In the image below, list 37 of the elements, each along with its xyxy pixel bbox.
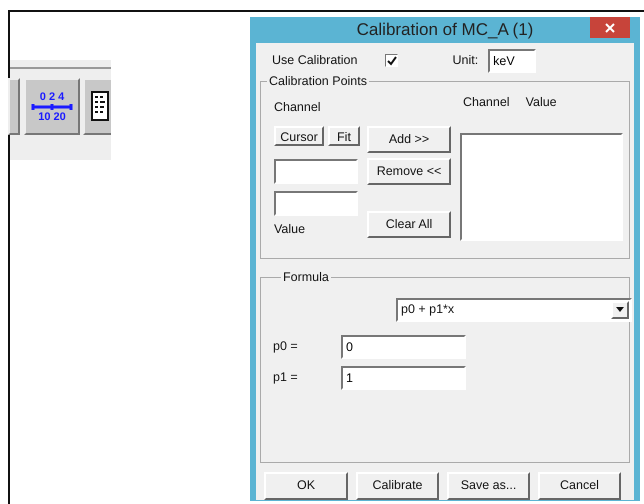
dialog-button[interactable]: Save as...: [447, 472, 530, 500]
list-box[interactable]: [460, 133, 623, 242]
scale-label: 0 2 4: [40, 90, 64, 102]
group-label: Calibration Points: [267, 72, 369, 88]
column-header: Value: [526, 94, 557, 110]
field-label: Value: [274, 220, 306, 238]
group-label: Formula: [281, 268, 331, 284]
value-field[interactable]: [274, 190, 358, 216]
add-button[interactable]: Add >>: [367, 126, 451, 152]
parameter-field[interactable]: 1: [341, 366, 466, 390]
checkbox-label: Use Calibration: [272, 52, 358, 70]
formula-dropdown[interactable]: p0 + p1*x: [396, 298, 632, 322]
close-icon: [605, 22, 615, 32]
close-button[interactable]: [590, 17, 630, 38]
unit-label: Unit:: [452, 52, 478, 70]
ruler-icon: [31, 102, 73, 110]
parameter-label: p1 =: [273, 369, 299, 386]
use-calibration-checkbox[interactable]: [385, 54, 398, 67]
dialog-button[interactable]: Calibrate: [356, 472, 439, 500]
field-label: Channel: [274, 98, 322, 116]
unit-field[interactable]: keV: [488, 48, 536, 72]
remove-button[interactable]: Remove <<: [367, 158, 451, 184]
dialog-button[interactable]: Cancel: [538, 472, 621, 500]
channel-field[interactable]: [274, 158, 358, 184]
column-header: Channel: [463, 94, 510, 110]
calibration-button[interactable]: 0 2 4 10 20: [24, 78, 80, 135]
parameter-field[interactable]: 0: [341, 334, 466, 358]
dropdown-value: p0 + p1*x: [401, 301, 454, 318]
toolbar-button[interactable]: [83, 78, 111, 135]
dialog-button[interactable]: OK: [264, 472, 348, 500]
scale-label: 10 20: [38, 110, 66, 122]
fit-button[interactable]: Fit: [328, 126, 360, 146]
parameter-label: p0 =: [273, 338, 299, 356]
clear-all-button[interactable]: Clear All: [367, 210, 451, 238]
document-icon: [91, 91, 109, 121]
cursor-button[interactable]: Cursor: [274, 126, 324, 146]
window-title: Calibration of MC_A (1): [356, 19, 534, 41]
